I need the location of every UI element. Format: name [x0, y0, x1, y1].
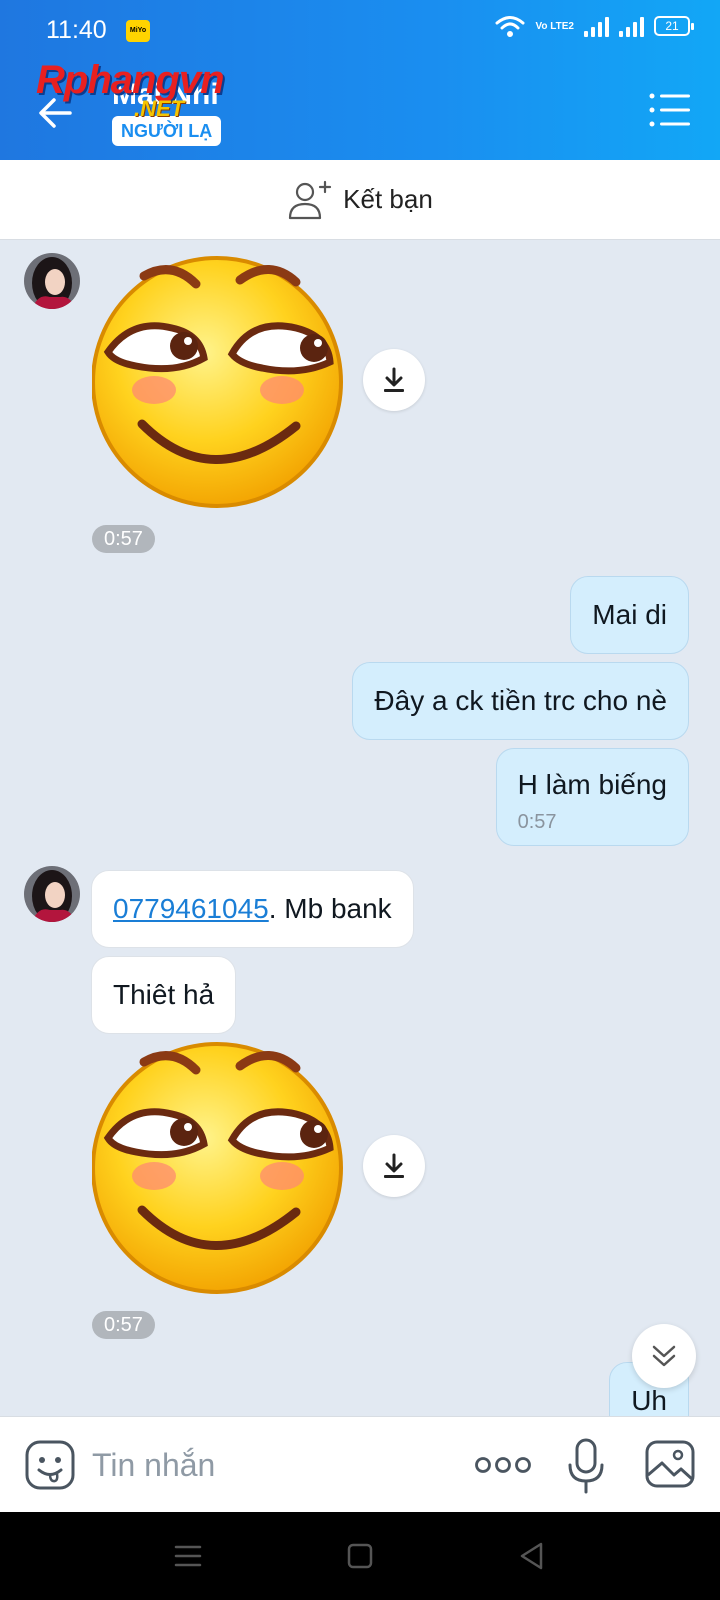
more-options-icon[interactable]: [474, 1447, 532, 1483]
add-friend-button[interactable]: Kết bạn: [0, 160, 720, 240]
smiley-sticker[interactable]: [91, 1040, 362, 1310]
system-navigation-bar: [0, 1512, 720, 1600]
battery-level: 21: [665, 19, 679, 33]
wifi-icon: [495, 16, 525, 37]
outgoing-message-bubble[interactable]: Đây a ck tiền trc cho nè: [352, 662, 689, 740]
message-text: Đây a ck tiền trc cho nè: [374, 685, 667, 716]
smiley-sticker[interactable]: [91, 254, 362, 524]
image-gallery-icon[interactable]: [644, 1439, 696, 1489]
scroll-to-bottom-button[interactable]: [632, 1324, 696, 1388]
download-button[interactable]: [363, 349, 425, 411]
watermark-logo: Rphangvn: [36, 58, 225, 102]
contact-avatar[interactable]: [24, 253, 80, 309]
message-timestamp: 0:57: [517, 811, 557, 833]
status-time: 11:40: [46, 16, 107, 44]
menu-list-icon[interactable]: [648, 90, 692, 130]
message-input[interactable]: [92, 1441, 452, 1489]
recent-apps-icon[interactable]: [170, 1538, 206, 1574]
chat-header: Mai Nhi NGƯỜI LẠ Rphangvn .NET: [0, 58, 720, 160]
message-timestamp: 0:57: [92, 525, 155, 553]
download-icon: [384, 1153, 404, 1178]
back-triangle-icon[interactable]: [514, 1538, 550, 1574]
contact-avatar[interactable]: [24, 866, 80, 922]
status-bar: 11:40 MiYo Vo LTE2 21: [0, 0, 720, 62]
message-text: Mai di: [592, 599, 667, 630]
message-input-bar: [0, 1416, 720, 1512]
incoming-message-bubble[interactable]: Thiêt hả: [91, 956, 237, 1034]
add-friend-label: Kết bạn: [343, 184, 433, 214]
add-friend-icon: [289, 180, 332, 219]
message-text: Thiêt hả: [113, 979, 215, 1010]
volte-label: Vo LTE2: [535, 20, 574, 32]
download-icon: [384, 367, 404, 392]
signal-strength-icon-sim2: [619, 15, 644, 37]
watermark-logo-suffix: .NET: [134, 96, 185, 121]
emoji-sticker-icon[interactable]: [24, 1439, 76, 1491]
phone-number-link[interactable]: 0779461045: [113, 893, 269, 924]
message-text: H làm biếng: [517, 769, 667, 800]
double-chevron-down-icon: [652, 1345, 676, 1367]
microphone-icon[interactable]: [566, 1437, 606, 1495]
battery-icon: 21: [654, 16, 694, 36]
message-timestamp: 0:57: [92, 1311, 155, 1339]
incoming-message-bubble[interactable]: 0779461045. Mb bank: [91, 870, 414, 948]
message-list[interactable]: 0:57 Mai di Đây a ck tiền trc cho nè H l…: [0, 240, 720, 1416]
download-button[interactable]: [363, 1135, 425, 1197]
outgoing-message-bubble[interactable]: Mai di: [570, 576, 689, 654]
status-icons: Vo LTE2 21: [495, 14, 694, 38]
signal-strength-icon: [584, 15, 609, 37]
carrier-badge: MiYo: [126, 20, 150, 42]
home-icon[interactable]: [342, 1538, 378, 1574]
message-text: Uh: [631, 1385, 667, 1416]
outgoing-message-bubble[interactable]: H làm biếng 0:57: [495, 748, 689, 846]
message-text: . Mb bank: [268, 893, 392, 924]
